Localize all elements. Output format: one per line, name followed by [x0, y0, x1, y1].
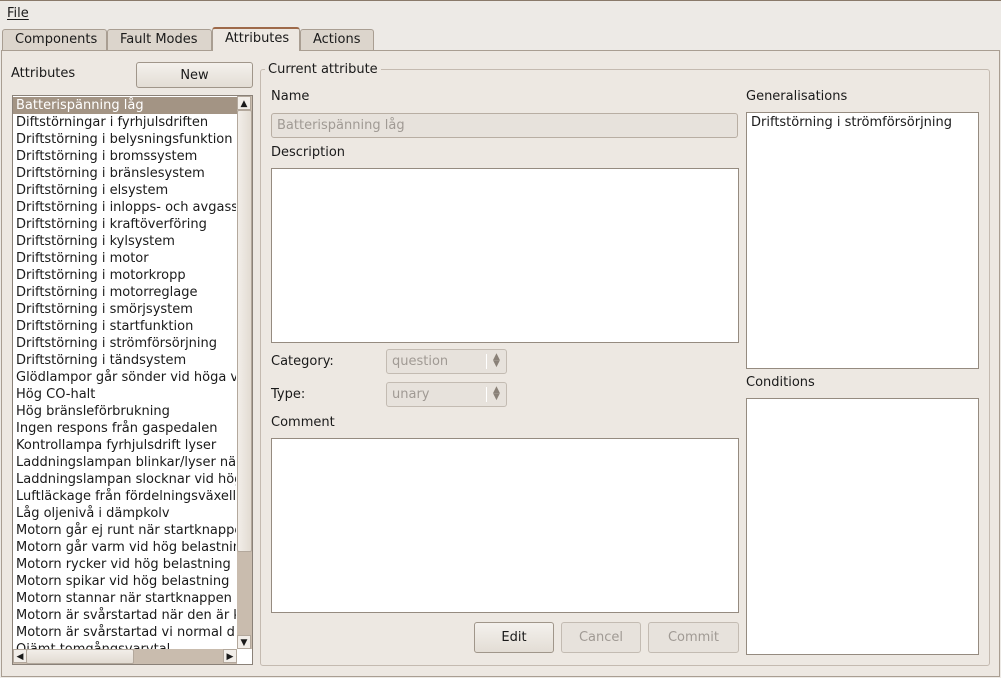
attributes-list[interactable]: Batterispänning låg Diftstörningar i fyrh…: [12, 95, 253, 665]
list-item[interactable]: Driftstörning i inlopps- och avgassystem: [16, 199, 236, 216]
conditions-label: Conditions: [746, 375, 815, 390]
description-label: Description: [271, 145, 346, 160]
new-button[interactable]: New: [136, 62, 253, 88]
list-item[interactable]: Driftstörning i belysningsfunktion: [16, 131, 236, 148]
scroll-down-icon[interactable]: ▼: [237, 635, 251, 649]
list-item[interactable]: Motorn går ej runt när startknappe: [16, 522, 236, 539]
list-item[interactable]: Diftstörningar i fyrhjulsdriften: [16, 114, 236, 131]
category-label: Category:: [271, 354, 334, 369]
menu-file[interactable]: File: [7, 6, 29, 21]
horizontal-scrollbar[interactable]: ◀ ▶: [13, 649, 237, 664]
horizontal-scroll-thumb[interactable]: [26, 649, 134, 664]
list-item[interactable]: Driftstörning i tändsystem: [16, 352, 236, 369]
list-item[interactable]: Driftstörning i motorreglage: [16, 284, 236, 301]
generalisations-label: Generalisations: [746, 89, 848, 104]
vertical-scroll-thumb[interactable]: [237, 110, 252, 552]
list-item[interactable]: Luftläckage från fördelningsväxell: [16, 488, 236, 505]
list-item[interactable]: Driftstörning i kraftöverföring: [16, 216, 236, 233]
vertical-scrollbar[interactable]: ▲ ▼: [237, 96, 252, 649]
list-item[interactable]: Motorn är svårstartad när den är k: [16, 607, 236, 624]
tab-fault-modes[interactable]: Fault Modes: [107, 29, 212, 50]
current-attribute-legend: Current attribute: [268, 62, 378, 77]
scroll-right-icon[interactable]: ▶: [223, 649, 237, 663]
list-item[interactable]: Driftstörning i bromssystem: [16, 148, 236, 165]
list-item[interactable]: Driftstörning i startfunktion: [16, 318, 236, 335]
tab-actions[interactable]: Actions: [300, 29, 374, 50]
list-item[interactable]: Glödlampor går sönder vid höga v: [16, 369, 236, 386]
category-combo[interactable]: question ▲ ▼: [386, 349, 507, 374]
category-value: question: [392, 354, 449, 369]
scroll-up-icon[interactable]: ▲: [237, 96, 251, 110]
tab-components[interactable]: Components: [2, 29, 107, 50]
scroll-left-icon[interactable]: ◀: [13, 649, 27, 663]
list-item[interactable]: Driftstörning i kylsystem: [16, 233, 236, 250]
attributes-heading: Attributes: [11, 66, 76, 81]
comment-field[interactable]: [271, 438, 739, 613]
list-item[interactable]: Motorn rycker vid hög belastning: [16, 556, 236, 573]
list-item[interactable]: Laddningslampan slocknar vid hög: [16, 471, 236, 488]
commit-button[interactable]: Commit: [648, 622, 739, 653]
list-item[interactable]: Batterispänning låg: [13, 97, 238, 114]
menu-bar: File: [0, 0, 1001, 27]
list-item[interactable]: Kontrollampa fyrhjulsdrift lyser: [16, 437, 236, 454]
name-field[interactable]: Batterispänning låg: [271, 113, 738, 138]
type-label: Type:: [271, 387, 306, 402]
conditions-list[interactable]: [746, 398, 979, 655]
list-item[interactable]: Driftstörning i smörjsystem: [16, 301, 236, 318]
list-item[interactable]: Driftstörning i strömförsörjning: [16, 335, 236, 352]
edit-button[interactable]: Edit: [474, 622, 554, 653]
cancel-button[interactable]: Cancel: [561, 622, 641, 653]
list-item[interactable]: Ingen respons från gaspedalen: [16, 420, 236, 437]
list-item[interactable]: Laddningslampan blinkar/lyser nä: [16, 454, 236, 471]
list-item[interactable]: Motorn går varm vid hög belastnin: [16, 539, 236, 556]
list-item[interactable]: Motorn spikar vid hög belastning: [16, 573, 236, 590]
list-item[interactable]: Driftstörning i elsystem: [16, 182, 236, 199]
list-item[interactable]: Låg oljenivå i dämpkolv: [16, 505, 236, 522]
type-value: unary: [392, 387, 430, 402]
list-item[interactable]: Hög bränsleförbrukning: [16, 403, 236, 420]
list-item[interactable]: Driftstörning i motorkropp: [16, 267, 236, 284]
list-item[interactable]: Motorn är svårstartad vi normal dr: [16, 624, 236, 641]
list-item[interactable]: Driftstörning i strömförsörjning: [751, 115, 974, 130]
spinner-icon: ▲ ▼: [486, 386, 506, 402]
name-label: Name: [271, 89, 310, 104]
description-field[interactable]: [271, 168, 739, 343]
comment-label: Comment: [271, 415, 335, 430]
list-item[interactable]: Driftstörning i motor: [16, 250, 236, 267]
list-item[interactable]: Hög CO-halt: [16, 386, 236, 403]
list-item[interactable]: Driftstörning i bränslesystem: [16, 165, 236, 182]
spinner-icon: ▲ ▼: [486, 353, 506, 369]
type-combo[interactable]: unary ▲ ▼: [386, 382, 507, 407]
generalisations-list[interactable]: Driftstörning i strömförsörjning: [746, 112, 979, 369]
list-item[interactable]: Motorn stannar när startknappen s: [16, 590, 236, 607]
tab-attributes[interactable]: Attributes: [212, 27, 300, 51]
